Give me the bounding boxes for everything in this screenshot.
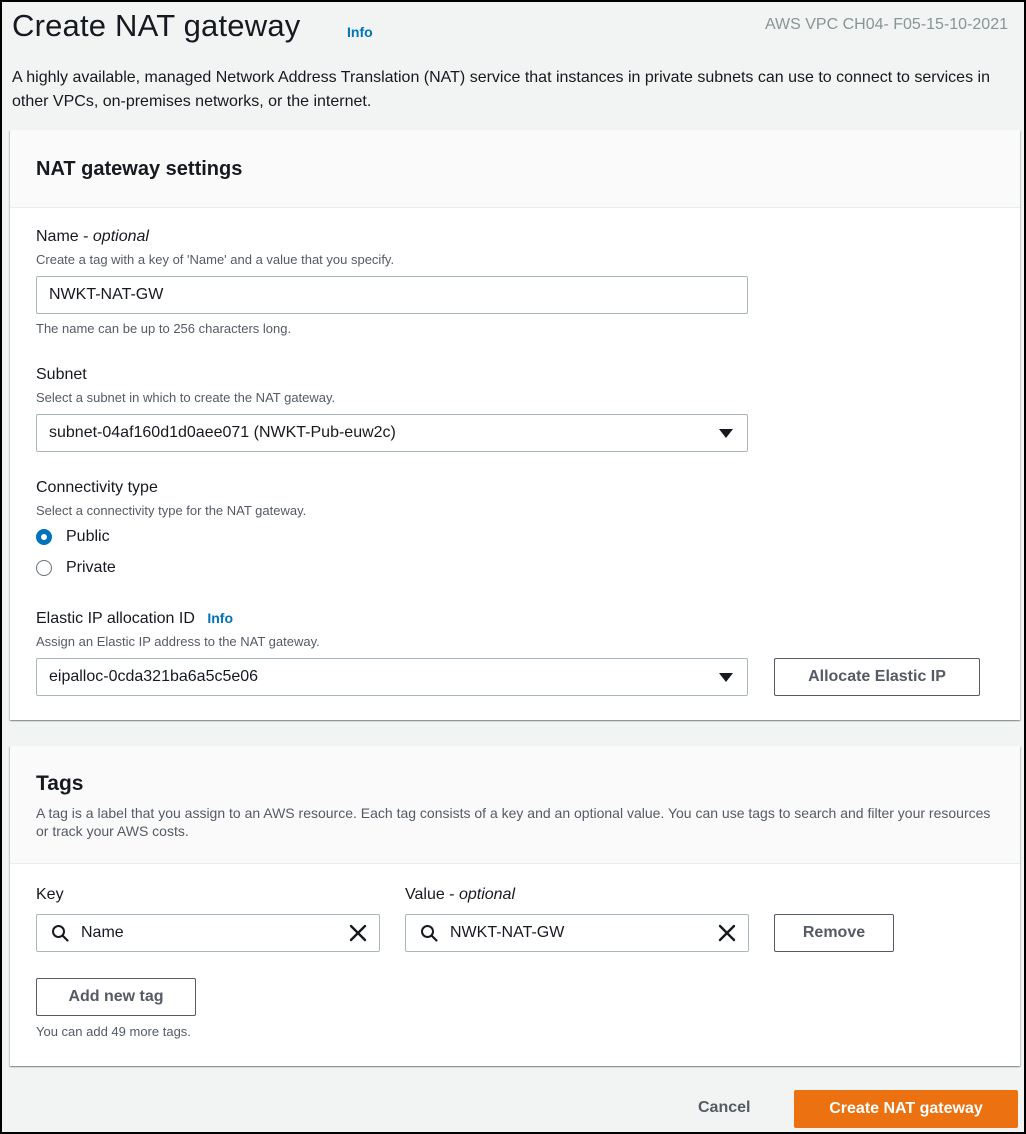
name-label: Name - optional [36, 228, 149, 246]
add-new-tag-button[interactable]: Add new tag [36, 978, 196, 1016]
page-title: Create NAT gateway [12, 8, 301, 43]
remove-tag-button[interactable]: Remove [774, 914, 894, 952]
eip-label: Elastic IP allocation ID Info [36, 610, 233, 628]
search-icon [52, 925, 69, 942]
search-icon [421, 925, 438, 942]
tag-value-value: NWKT-NAT-GW [450, 924, 565, 941]
tag-key-input[interactable]: Name [36, 914, 380, 952]
nat-gateway-settings-panel: NAT gateway settings Name - optional Cre… [10, 130, 1020, 720]
radio-option-private[interactable]: Private [36, 559, 116, 577]
name-optional-text: optional [92, 228, 149, 245]
tags-description: A tag is a label that you assign to an A… [36, 805, 991, 839]
radio-label-public: Public [66, 528, 110, 545]
tags-header: Tags A tag is a label that you assign to… [10, 746, 1020, 864]
radio-checked-icon[interactable] [36, 529, 52, 545]
eip-select[interactable]: eipalloc-0cda321ba6a5c5e06 [36, 658, 748, 696]
tag-value-optional-text: optional [458, 886, 515, 903]
subnet-hint: Select a subnet in which to create the N… [36, 390, 336, 405]
tag-key-value: Name [81, 924, 124, 941]
allocate-elastic-ip-button[interactable]: Allocate Elastic IP [774, 658, 980, 696]
caret-down-icon [719, 429, 733, 438]
close-icon[interactable] [718, 924, 736, 942]
name-input[interactable]: NWKT-NAT-GW [36, 276, 748, 314]
connectivity-label: Connectivity type [36, 479, 158, 496]
close-icon[interactable] [349, 924, 367, 942]
caret-down-icon [719, 673, 733, 682]
tag-value-label-text: Value - [405, 886, 459, 903]
subnet-label: Subnet [36, 366, 87, 383]
tag-key-label: Key [36, 886, 64, 903]
name-hint: Create a tag with a key of 'Name' and a … [36, 252, 395, 267]
tags-panel: Tags A tag is a label that you assign to… [10, 746, 1020, 1066]
create-nat-gateway-button[interactable]: Create NAT gateway [794, 1090, 1018, 1128]
eip-select-value: eipalloc-0cda321ba6a5c5e06 [49, 668, 259, 685]
figure-watermark: AWS VPC CH04- F05-15-10-2021 [764, 16, 1008, 33]
eip-info-link[interactable]: Info [207, 610, 233, 626]
name-label-text: Name - [36, 228, 93, 245]
name-constraint: The name can be up to 256 characters lon… [36, 321, 292, 336]
eip-label-text: Elastic IP allocation ID [36, 610, 195, 627]
radio-unchecked-icon[interactable] [36, 560, 52, 576]
tags-remaining-hint: You can add 49 more tags. [36, 1024, 191, 1039]
subnet-select-value: subnet-04af160d1d0aee071 (NWKT-Pub-euw2c… [49, 424, 396, 441]
radio-label-private: Private [66, 559, 116, 576]
title-info-link[interactable]: Info [347, 24, 373, 40]
cancel-button[interactable]: Cancel [698, 1099, 750, 1117]
settings-header: NAT gateway settings [10, 130, 1020, 208]
page-description: A highly available, managed Network Addr… [12, 69, 990, 110]
tag-value-input[interactable]: NWKT-NAT-GW [405, 914, 749, 952]
page-frame: Create NAT gateway Info AWS VPC CH04- F0… [0, 0, 1026, 1134]
eip-hint: Assign an Elastic IP address to the NAT … [36, 634, 320, 649]
connectivity-hint: Select a connectivity type for the NAT g… [36, 503, 307, 518]
tags-title: Tags [36, 772, 84, 795]
settings-title: NAT gateway settings [36, 158, 243, 180]
tag-value-label: Value - optional [405, 886, 515, 904]
subnet-select[interactable]: subnet-04af160d1d0aee071 (NWKT-Pub-euw2c… [36, 414, 748, 452]
radio-option-public[interactable]: Public [36, 528, 110, 546]
